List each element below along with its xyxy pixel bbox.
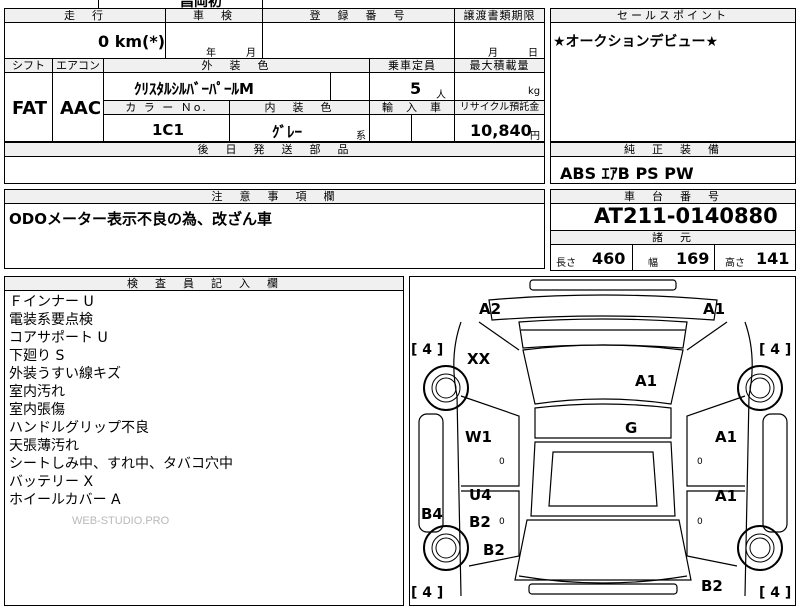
max-load-unit: kg [528, 86, 541, 97]
door-mark: 0 [499, 517, 505, 527]
recycle-value: 10,840 [470, 121, 532, 140]
damage-mark: B2 [483, 541, 505, 559]
damage-mark: G [625, 419, 637, 437]
chassis-value: AT211-0140880 [594, 204, 778, 228]
wheel-rear-right-icon [737, 525, 783, 571]
aircon-value: AAC [60, 98, 102, 119]
interior-color-header: 内 装 色 [230, 101, 369, 115]
color-no-header: カ ラ ー Ｎo. [104, 101, 229, 115]
equipment-header: 純 正 装 備 [551, 143, 795, 157]
max-load-header: 最大積載量 [455, 59, 544, 73]
damage-mark: A1 [715, 487, 737, 505]
width-value: 169 [676, 249, 710, 268]
tire-value-rear-left: [ 4 ] [411, 585, 443, 600]
inspection-month-unit: 月 [246, 48, 256, 59]
recycle-header: リサイクル預託金 [455, 101, 544, 115]
mileage-value: 0 km(*) [98, 32, 166, 51]
length-label: 長さ [556, 258, 576, 269]
later-parts-header: 後 日 発 送 部 品 [5, 143, 544, 157]
length-value: 460 [592, 249, 626, 268]
damage-mark: B2 [469, 513, 491, 531]
exterior-color-header: 外 装 色 [104, 59, 369, 73]
damage-mark: XX [467, 350, 491, 368]
damage-mark: A1 [715, 428, 737, 446]
shift-header: シフト [5, 59, 52, 73]
damage-mark: A1 [635, 372, 657, 390]
door-mark: 0 [697, 517, 703, 527]
inspector-note: 電装系要点検 [9, 312, 93, 328]
inspector-note: バッテリー X [9, 474, 94, 490]
color-no-value: 1C1 [152, 121, 184, 139]
tire-value-front-right: [ 4 ] [759, 342, 791, 358]
capacity-unit: 人 [436, 90, 446, 101]
height-value: 141 [756, 249, 790, 268]
exterior-color-value: ｸﾘｽﾀﾙｼﾙﾊﾞｰﾊﾟｰﾙM [134, 80, 254, 98]
width-label: 幅 [648, 258, 658, 269]
wheel-front-left-icon [423, 365, 469, 411]
deadline-day-unit: 日 [528, 48, 538, 59]
capacity-header: 乗車定員 [370, 59, 454, 73]
shift-value: FAT [12, 98, 48, 119]
sales-point-box [550, 8, 796, 142]
capacity-value: 5 [410, 79, 422, 98]
inspector-note: シートしみ中、すれ中、タバコ穴中 [9, 456, 233, 472]
wheel-icons [423, 365, 783, 571]
sales-point-header: セールスポイント [551, 9, 795, 23]
chassis-header: 車 台 番 号 [551, 190, 795, 204]
interior-color-suffix: 系 [356, 131, 366, 142]
aircon-header: エアコン [53, 59, 103, 73]
inspector-note: 外装うすい線キズ [9, 366, 121, 382]
inspector-note: 室内汚れ [9, 384, 65, 400]
damage-mark: B2 [701, 577, 723, 595]
transfer-deadline-header: 譲渡書類期限 [455, 9, 544, 23]
damage-mark: A1 [703, 300, 725, 318]
door-mark: 0 [697, 457, 703, 467]
door-mark: 0 [499, 457, 505, 467]
wheel-rear-left-icon [423, 525, 469, 571]
tire-value-rear-right: [ 4 ] [759, 585, 791, 600]
recycle-unit: 円 [530, 131, 540, 142]
registration-header: 登 録 番 号 [263, 9, 454, 23]
import-header: 輸 入 車 [370, 101, 454, 115]
height-label: 高さ [725, 258, 745, 269]
inspection-header: 車 検 [166, 9, 262, 23]
inspector-note: 下廻り S [9, 348, 65, 364]
tire-value-front-left: [ 4 ] [411, 342, 443, 358]
mileage-header: 走 行 [5, 9, 165, 23]
wheel-front-right-icon [737, 365, 783, 411]
inspector-note: Ｆインナー U [9, 294, 94, 310]
specs-header: 諸 元 [551, 231, 795, 245]
deadline-month-unit: 月 [488, 48, 498, 59]
car-diagram: [ 4 ] [ 4 ] [ 4 ] [ 4 ] 0 0 0 0 A2 A1 XX… [411, 279, 791, 600]
notice-header: 注 意 事 項 欄 [5, 190, 544, 204]
damage-mark: W1 [465, 428, 492, 446]
inspector-note: 室内張傷 [9, 402, 65, 418]
inspector-header: 検 査 員 記 入 欄 [5, 277, 403, 291]
damage-mark: A2 [479, 300, 501, 318]
damage-mark: U4 [469, 486, 492, 504]
inspector-note: ホイールカバー A [9, 492, 121, 508]
notice-text: ODOメーター表示不良の為、改ざん車 [9, 210, 272, 228]
inspector-note: ハンドルグリップ不良 [9, 420, 149, 436]
inspector-note: コアサポート U [9, 330, 108, 346]
inspector-notes: Ｆインナー U 電装系要点検 コアサポート U 下廻り S 外装うすい線キズ 室… [9, 293, 233, 509]
equipment-value: ABS ｴｱB PS PW [560, 164, 694, 183]
interior-color-value: ｸﾞﾚｰ [272, 123, 303, 141]
inspection-year-unit: 年 [206, 48, 216, 59]
inspector-note: 天張薄汚れ [9, 438, 79, 454]
sales-point-text: ★オークションデビュー★ [553, 34, 719, 50]
damage-mark: B4 [421, 505, 443, 523]
watermark: WEB-STUDIO.PRO [72, 515, 170, 527]
